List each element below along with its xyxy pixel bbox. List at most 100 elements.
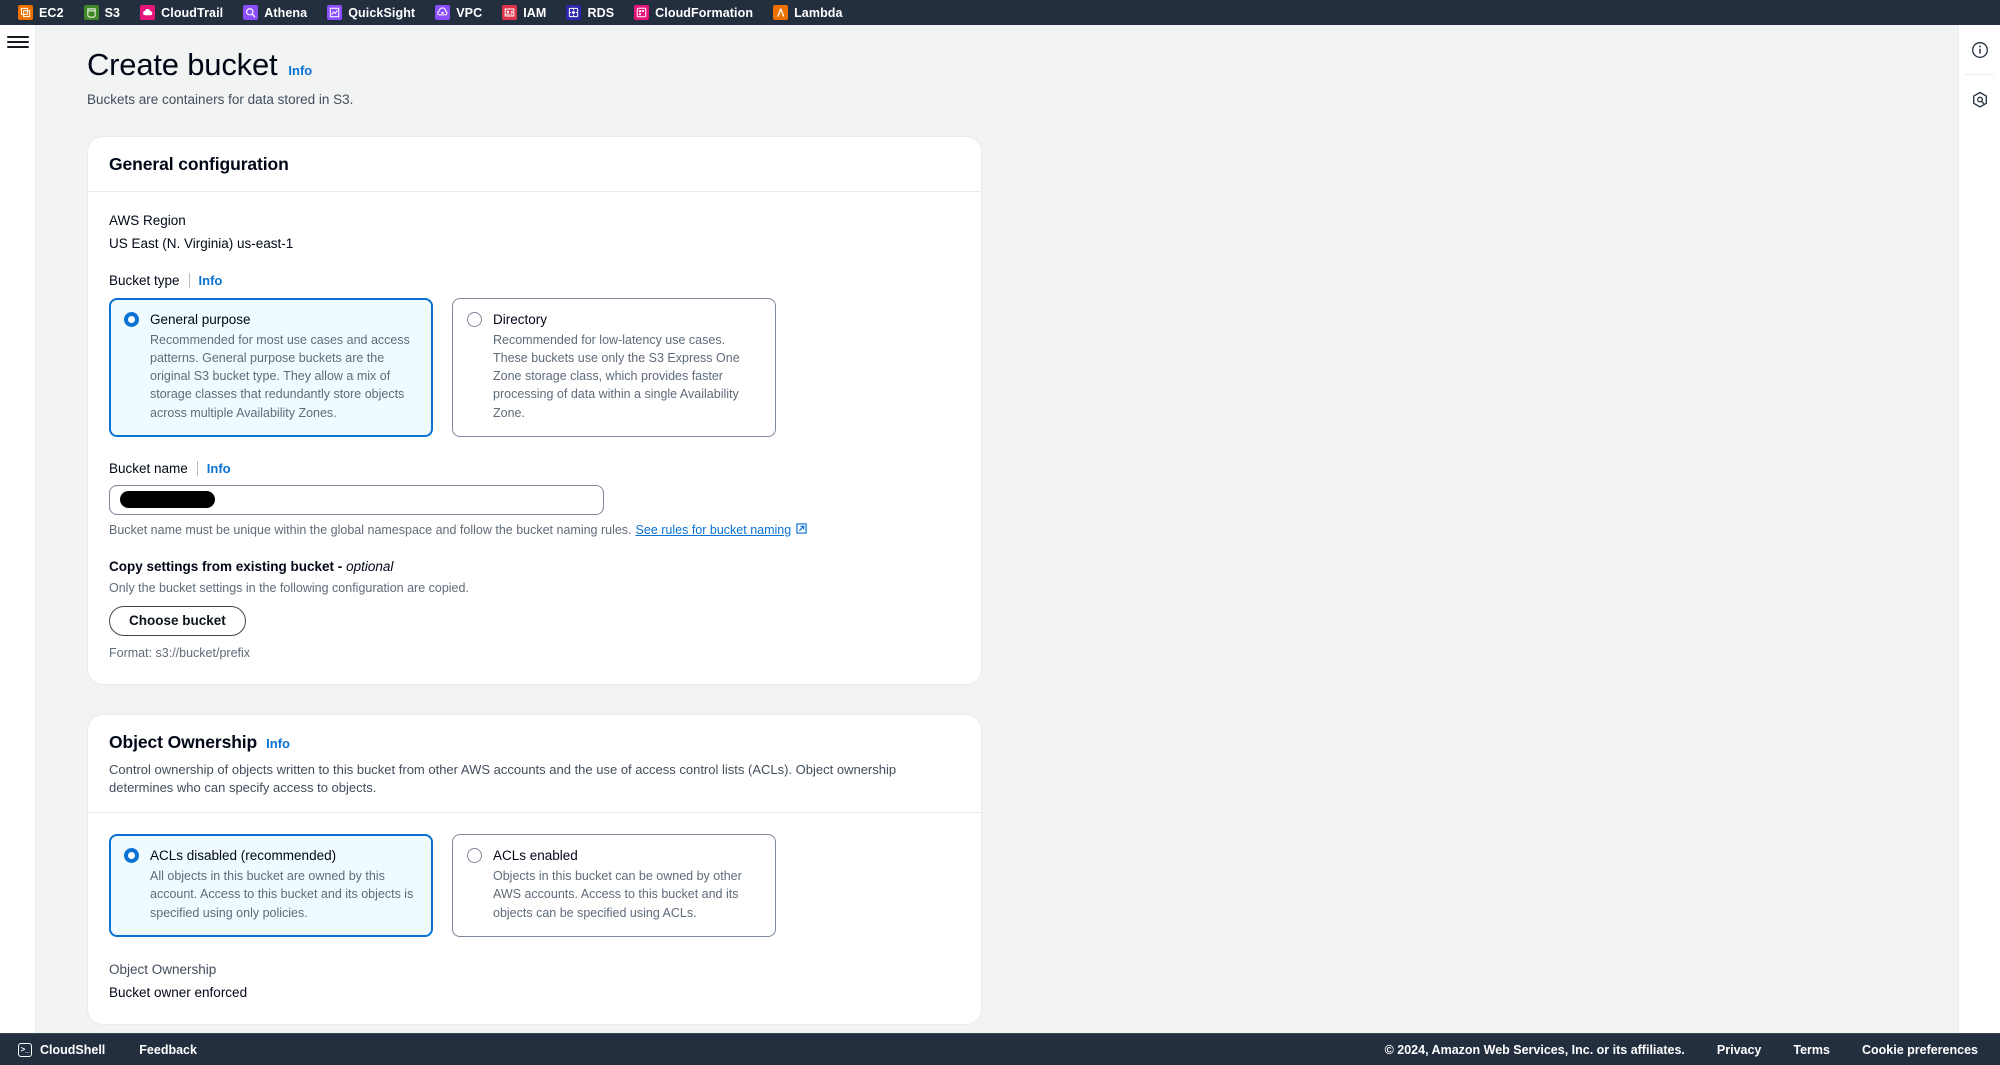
copy-settings-label: Copy settings from existing bucket - opt…	[109, 559, 960, 574]
bucket-type-options: General purpose Recommended for most use…	[109, 298, 960, 437]
page-footer: >_ CloudShell Feedback © 2024, Amazon We…	[0, 1033, 2000, 1065]
copy-settings-optional: optional	[346, 558, 394, 574]
object-ownership-description: Control ownership of objects written to …	[109, 761, 897, 796]
info-panel-icon[interactable]	[1959, 25, 2000, 74]
radio-row: General purpose	[124, 312, 418, 327]
cookie-preferences-link[interactable]: Cookie preferences	[1862, 1043, 1978, 1057]
option-title: General purpose	[150, 312, 251, 327]
redacted-value	[120, 491, 215, 509]
bucket-name-input[interactable]	[109, 484, 604, 515]
bucket-type-option-directory[interactable]: Directory Recommended for low-latency us…	[452, 298, 776, 437]
service-shortcut-bar: EC2 S3 CloudTrail Athena QuickSight VPC IAM RDS…	[0, 0, 2000, 25]
page-content-area: Create bucket Info Buckets are container…	[36, 25, 1958, 1033]
service-shortcut-label: RDS	[587, 5, 615, 20]
ownership-option-acls-enabled[interactable]: ACLs enabled Objects in this bucket can …	[452, 834, 776, 937]
hexagon-settings-icon[interactable]	[1959, 75, 2000, 124]
service-shortcut-label: IAM	[523, 5, 547, 20]
aws-region-label: AWS Region	[109, 213, 186, 228]
cloudshell-button[interactable]: >_ CloudShell	[18, 1042, 106, 1057]
footer-left-group: >_ CloudShell Feedback	[18, 1042, 197, 1057]
bucket-name-helper-label: Bucket name must be unique within the gl…	[109, 522, 632, 537]
service-shortcut-iam[interactable]: IAM	[502, 0, 556, 25]
bucket-naming-rules-link[interactable]: See rules for bucket naming	[636, 523, 808, 537]
copyright-text: © 2024, Amazon Web Services, Inc. or its…	[1384, 1042, 1685, 1057]
link-label: See rules for bucket naming	[635, 522, 792, 537]
object-ownership-body: ACLs disabled (recommended) All objects …	[88, 812, 981, 1023]
bucket-format-note: Format: s3://bucket/prefix	[109, 645, 251, 660]
ownership-option-acls-disabled[interactable]: ACLs disabled (recommended) All objects …	[109, 834, 433, 937]
left-navigation-rail	[0, 25, 36, 1033]
rds-icon	[566, 5, 582, 20]
general-configuration-header: General configuration	[88, 137, 981, 192]
page-title: Create bucket	[87, 47, 278, 82]
ec2-icon	[18, 5, 33, 20]
service-shortcut-label: QuickSight	[348, 5, 416, 20]
page-info-link[interactable]: Info	[288, 63, 312, 78]
radio-row: ACLs disabled (recommended)	[124, 848, 418, 864]
privacy-link[interactable]: Privacy	[1717, 1043, 1761, 1057]
athena-icon	[243, 5, 259, 20]
service-shortcut-label: EC2	[39, 5, 64, 20]
vpc-icon	[435, 5, 451, 20]
bucket-type-label-row: Bucket type Info	[109, 273, 960, 288]
service-shortcut-s3[interactable]: S3	[83, 0, 131, 25]
service-shortcut-vpc[interactable]: VPC	[435, 0, 492, 25]
radio-button[interactable]	[124, 848, 139, 864]
bucket-name-info-link[interactable]: Info	[207, 461, 231, 476]
general-configuration-body: AWS Region US East (N. Virginia) us-east…	[88, 192, 981, 684]
object-ownership-summary-label: Object Ownership	[109, 961, 217, 977]
object-ownership-card: Object Ownership Info Control ownership …	[87, 713, 982, 1025]
quicksight-icon	[327, 5, 343, 20]
bucket-name-helper-text: Bucket name must be unique within the gl…	[109, 523, 960, 537]
cloudformation-icon	[634, 5, 650, 20]
service-shortcut-label: Lambda	[794, 5, 843, 20]
menu-toggle-icon[interactable]	[6, 34, 29, 50]
s3-icon	[83, 5, 99, 20]
object-ownership-options: ACLs disabled (recommended) All objects …	[109, 834, 960, 937]
label-divider	[196, 460, 198, 476]
cloudshell-label: CloudShell	[40, 1042, 106, 1057]
bucket-type-label: Bucket type	[109, 273, 180, 288]
service-shortcut-quicksight[interactable]: QuickSight	[327, 0, 425, 25]
cloudshell-icon: >_	[18, 1042, 32, 1057]
radio-button[interactable]	[467, 848, 482, 864]
bucket-type-option-general-purpose[interactable]: General purpose Recommended for most use…	[109, 298, 433, 437]
service-shortcut-cloudformation[interactable]: CloudFormation	[634, 0, 763, 25]
option-description: Objects in this bucket can be owned by o…	[493, 869, 742, 920]
general-configuration-title: General configuration	[109, 154, 289, 174]
service-shortcut-label: Athena	[264, 5, 308, 20]
radio-button[interactable]	[124, 312, 139, 327]
footer-right-group: © 2024, Amazon Web Services, Inc. or its…	[1385, 1043, 1978, 1057]
service-shortcut-rds[interactable]: RDS	[566, 0, 624, 25]
terms-link[interactable]: Terms	[1793, 1043, 1830, 1057]
page-title-row: Create bucket Info	[87, 47, 1916, 83]
bucket-name-label: Bucket name	[109, 460, 188, 476]
object-ownership-title-row: Object Ownership Info	[109, 732, 960, 753]
object-ownership-header: Object Ownership Info Control ownership …	[88, 715, 981, 813]
label-divider	[188, 273, 190, 288]
general-configuration-card: General configuration AWS Region US East…	[87, 136, 982, 685]
option-title: ACLs enabled	[493, 848, 578, 864]
radio-button[interactable]	[467, 312, 482, 327]
service-shortcut-ec2[interactable]: EC2	[18, 0, 74, 25]
service-shortcut-athena[interactable]: Athena	[243, 0, 317, 25]
object-ownership-title: Object Ownership	[109, 731, 258, 752]
option-description: Recommended for most use cases and acces…	[150, 333, 410, 420]
service-shortcut-cloudtrail[interactable]: CloudTrail	[140, 0, 233, 25]
bucket-type-info-link[interactable]: Info	[199, 273, 223, 288]
service-shortcut-label: S3	[104, 5, 121, 20]
lambda-icon	[773, 5, 789, 20]
object-ownership-info-link[interactable]: Info	[266, 736, 290, 751]
page-subtitle: Buckets are containers for data stored i…	[87, 92, 354, 107]
feedback-link[interactable]: Feedback	[139, 1043, 197, 1057]
choose-bucket-button[interactable]: Choose bucket	[109, 605, 246, 636]
service-shortcut-lambda[interactable]: Lambda	[773, 0, 853, 25]
radio-row: ACLs enabled	[467, 848, 761, 864]
copy-settings-description: Only the bucket settings in the followin…	[109, 580, 469, 595]
service-shortcut-label: VPC	[456, 5, 483, 20]
cloudtrail-icon	[140, 5, 156, 20]
service-shortcut-label: CloudFormation	[655, 5, 754, 20]
option-title: ACLs disabled (recommended)	[150, 848, 337, 864]
option-description: All objects in this bucket are owned by …	[150, 869, 414, 920]
object-ownership-summary-value: Bucket owner enforced	[109, 984, 248, 1000]
